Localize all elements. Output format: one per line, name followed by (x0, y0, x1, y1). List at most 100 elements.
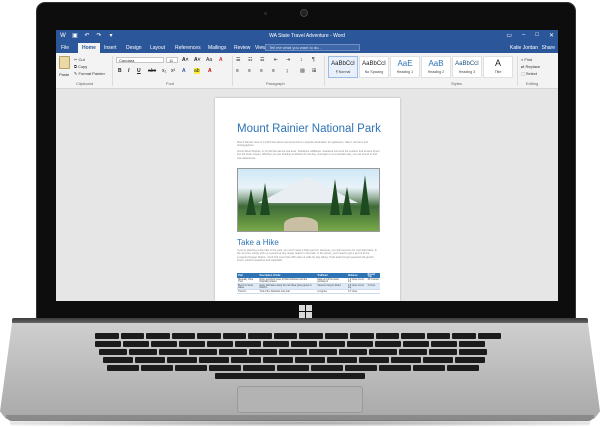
user-name[interactable]: Katie Jordan (510, 45, 538, 51)
style-no-spacing[interactable]: AaBbCcI No Spacing (359, 56, 389, 78)
keyboard-key[interactable] (327, 357, 357, 363)
keyboard-key[interactable] (263, 341, 289, 347)
keyboard-key[interactable] (159, 349, 187, 355)
keyboard-key[interactable] (309, 349, 337, 355)
keyboard-key[interactable] (413, 365, 445, 371)
keyboard-key[interactable] (401, 333, 425, 339)
keyboard-key[interactable] (455, 357, 485, 363)
show-marks-icon[interactable]: ¶ (312, 57, 315, 63)
sort-icon[interactable]: ↕ (300, 57, 303, 63)
keyboard-key[interactable] (391, 357, 421, 363)
keyboard-key[interactable] (235, 341, 261, 347)
keyboard-key[interactable] (299, 333, 323, 339)
keyboard-key[interactable] (319, 341, 345, 347)
keyboard-key[interactable] (369, 349, 397, 355)
keyboard-key[interactable] (459, 349, 487, 355)
increase-indent-icon[interactable]: ⇥ (286, 57, 290, 63)
keyboard-key[interactable] (426, 333, 450, 339)
keyboard-key[interactable] (347, 341, 373, 347)
font-color-icon[interactable]: A (208, 68, 212, 74)
keyboard-key[interactable] (375, 341, 401, 347)
keyboard-key[interactable] (477, 333, 501, 339)
minimize-icon[interactable]: – (522, 32, 525, 39)
bold-icon[interactable]: B (118, 68, 122, 74)
keyboard-key[interactable] (291, 341, 317, 347)
bullets-icon[interactable]: ☰ (236, 57, 240, 63)
select-button[interactable]: ⬚ Select (521, 71, 537, 76)
copy-button[interactable]: ⧉ Copy (74, 64, 87, 69)
align-left-icon[interactable]: ≡ (236, 68, 239, 74)
style-heading-2[interactable]: AaB Heading 2 (421, 56, 451, 78)
keyboard-key[interactable] (350, 333, 374, 339)
borders-icon[interactable]: ⊞ (312, 68, 316, 74)
keyboard-key[interactable] (207, 341, 233, 347)
decrease-indent-icon[interactable]: ⇤ (274, 57, 278, 63)
style-title[interactable]: A Title (483, 56, 513, 78)
keyboard-key[interactable] (375, 333, 399, 339)
keyboard-key[interactable] (324, 333, 348, 339)
tab-references[interactable]: References (175, 45, 201, 51)
keyboard-key[interactable] (379, 365, 411, 371)
maximize-icon[interactable]: □ (535, 32, 539, 39)
numbering-icon[interactable]: ☷ (248, 57, 252, 63)
ribbon-options-icon[interactable]: ▭ (506, 32, 512, 39)
font-name-combo[interactable]: Candara (116, 57, 164, 63)
keyboard-key[interactable] (197, 333, 221, 339)
cut-button[interactable]: ✂ Cut (74, 57, 85, 62)
align-right-icon[interactable]: ≡ (260, 68, 263, 74)
paste-button[interactable]: Paste (59, 72, 69, 77)
style-normal[interactable]: AaBbCcI ¶ Normal (328, 56, 358, 78)
keyboard-key[interactable] (359, 357, 389, 363)
keyboard-key[interactable] (339, 349, 367, 355)
touchpad[interactable] (237, 386, 363, 413)
keyboard-key[interactable] (249, 349, 277, 355)
change-case-icon[interactable]: Aa (206, 57, 212, 63)
keyboard-key[interactable] (146, 333, 170, 339)
keyboard-key[interactable] (429, 349, 457, 355)
keyboard-key[interactable] (311, 365, 343, 371)
tab-layout[interactable]: Layout (150, 45, 165, 51)
mount-rainier-photo[interactable] (237, 168, 380, 232)
tab-review[interactable]: Review (234, 45, 250, 51)
keyboard-key[interactable] (431, 341, 457, 347)
keyboard-key[interactable] (452, 333, 476, 339)
keyboard-key[interactable] (243, 365, 275, 371)
align-center-icon[interactable]: ≡ (248, 68, 251, 74)
keyboard-key[interactable] (295, 357, 325, 363)
share-button[interactable]: Share (542, 45, 555, 51)
keyboard-key[interactable] (277, 365, 309, 371)
close-icon[interactable]: ✕ (549, 32, 554, 39)
spacebar-key[interactable] (215, 373, 365, 379)
keyboard-key[interactable] (171, 333, 195, 339)
highlight-icon[interactable]: ab (194, 68, 200, 74)
superscript-icon[interactable]: x² (171, 68, 175, 74)
keyboard-key[interactable] (219, 349, 247, 355)
tab-mailings[interactable]: Mailings (208, 45, 226, 51)
keyboard-key[interactable] (199, 357, 229, 363)
text-effects-icon[interactable]: A (182, 68, 186, 74)
find-button[interactable]: ⌕ Find (521, 57, 532, 62)
document-page[interactable]: Mount Rainier National Park Mount Rainie… (215, 98, 400, 301)
keyboard-key[interactable] (95, 333, 119, 339)
keyboard-key[interactable] (345, 365, 377, 371)
keyboard-key[interactable] (459, 341, 485, 347)
keyboard-key[interactable] (209, 365, 241, 371)
keyboard-key[interactable] (135, 357, 165, 363)
italic-icon[interactable]: I (128, 68, 129, 74)
strikethrough-icon[interactable]: abc (148, 68, 156, 74)
tab-design[interactable]: Design (126, 45, 142, 51)
shading-icon[interactable]: ▨ (300, 68, 305, 74)
keyboard-key[interactable] (447, 365, 479, 371)
keyboard-key[interactable] (423, 357, 453, 363)
paste-icon[interactable] (59, 56, 70, 69)
style-heading-3[interactable]: AaBbCcI Heading 3 (452, 56, 482, 78)
keyboard-key[interactable] (107, 365, 139, 371)
font-size-combo[interactable]: 11 (166, 57, 178, 63)
keyboard-key[interactable] (189, 349, 217, 355)
underline-icon[interactable]: U (137, 68, 141, 74)
keyboard-key[interactable] (175, 365, 207, 371)
grow-font-icon[interactable]: A˄ (182, 57, 189, 63)
keyboard-key[interactable] (399, 349, 427, 355)
keyboard-key[interactable] (403, 341, 429, 347)
keyboard-key[interactable] (99, 349, 127, 355)
